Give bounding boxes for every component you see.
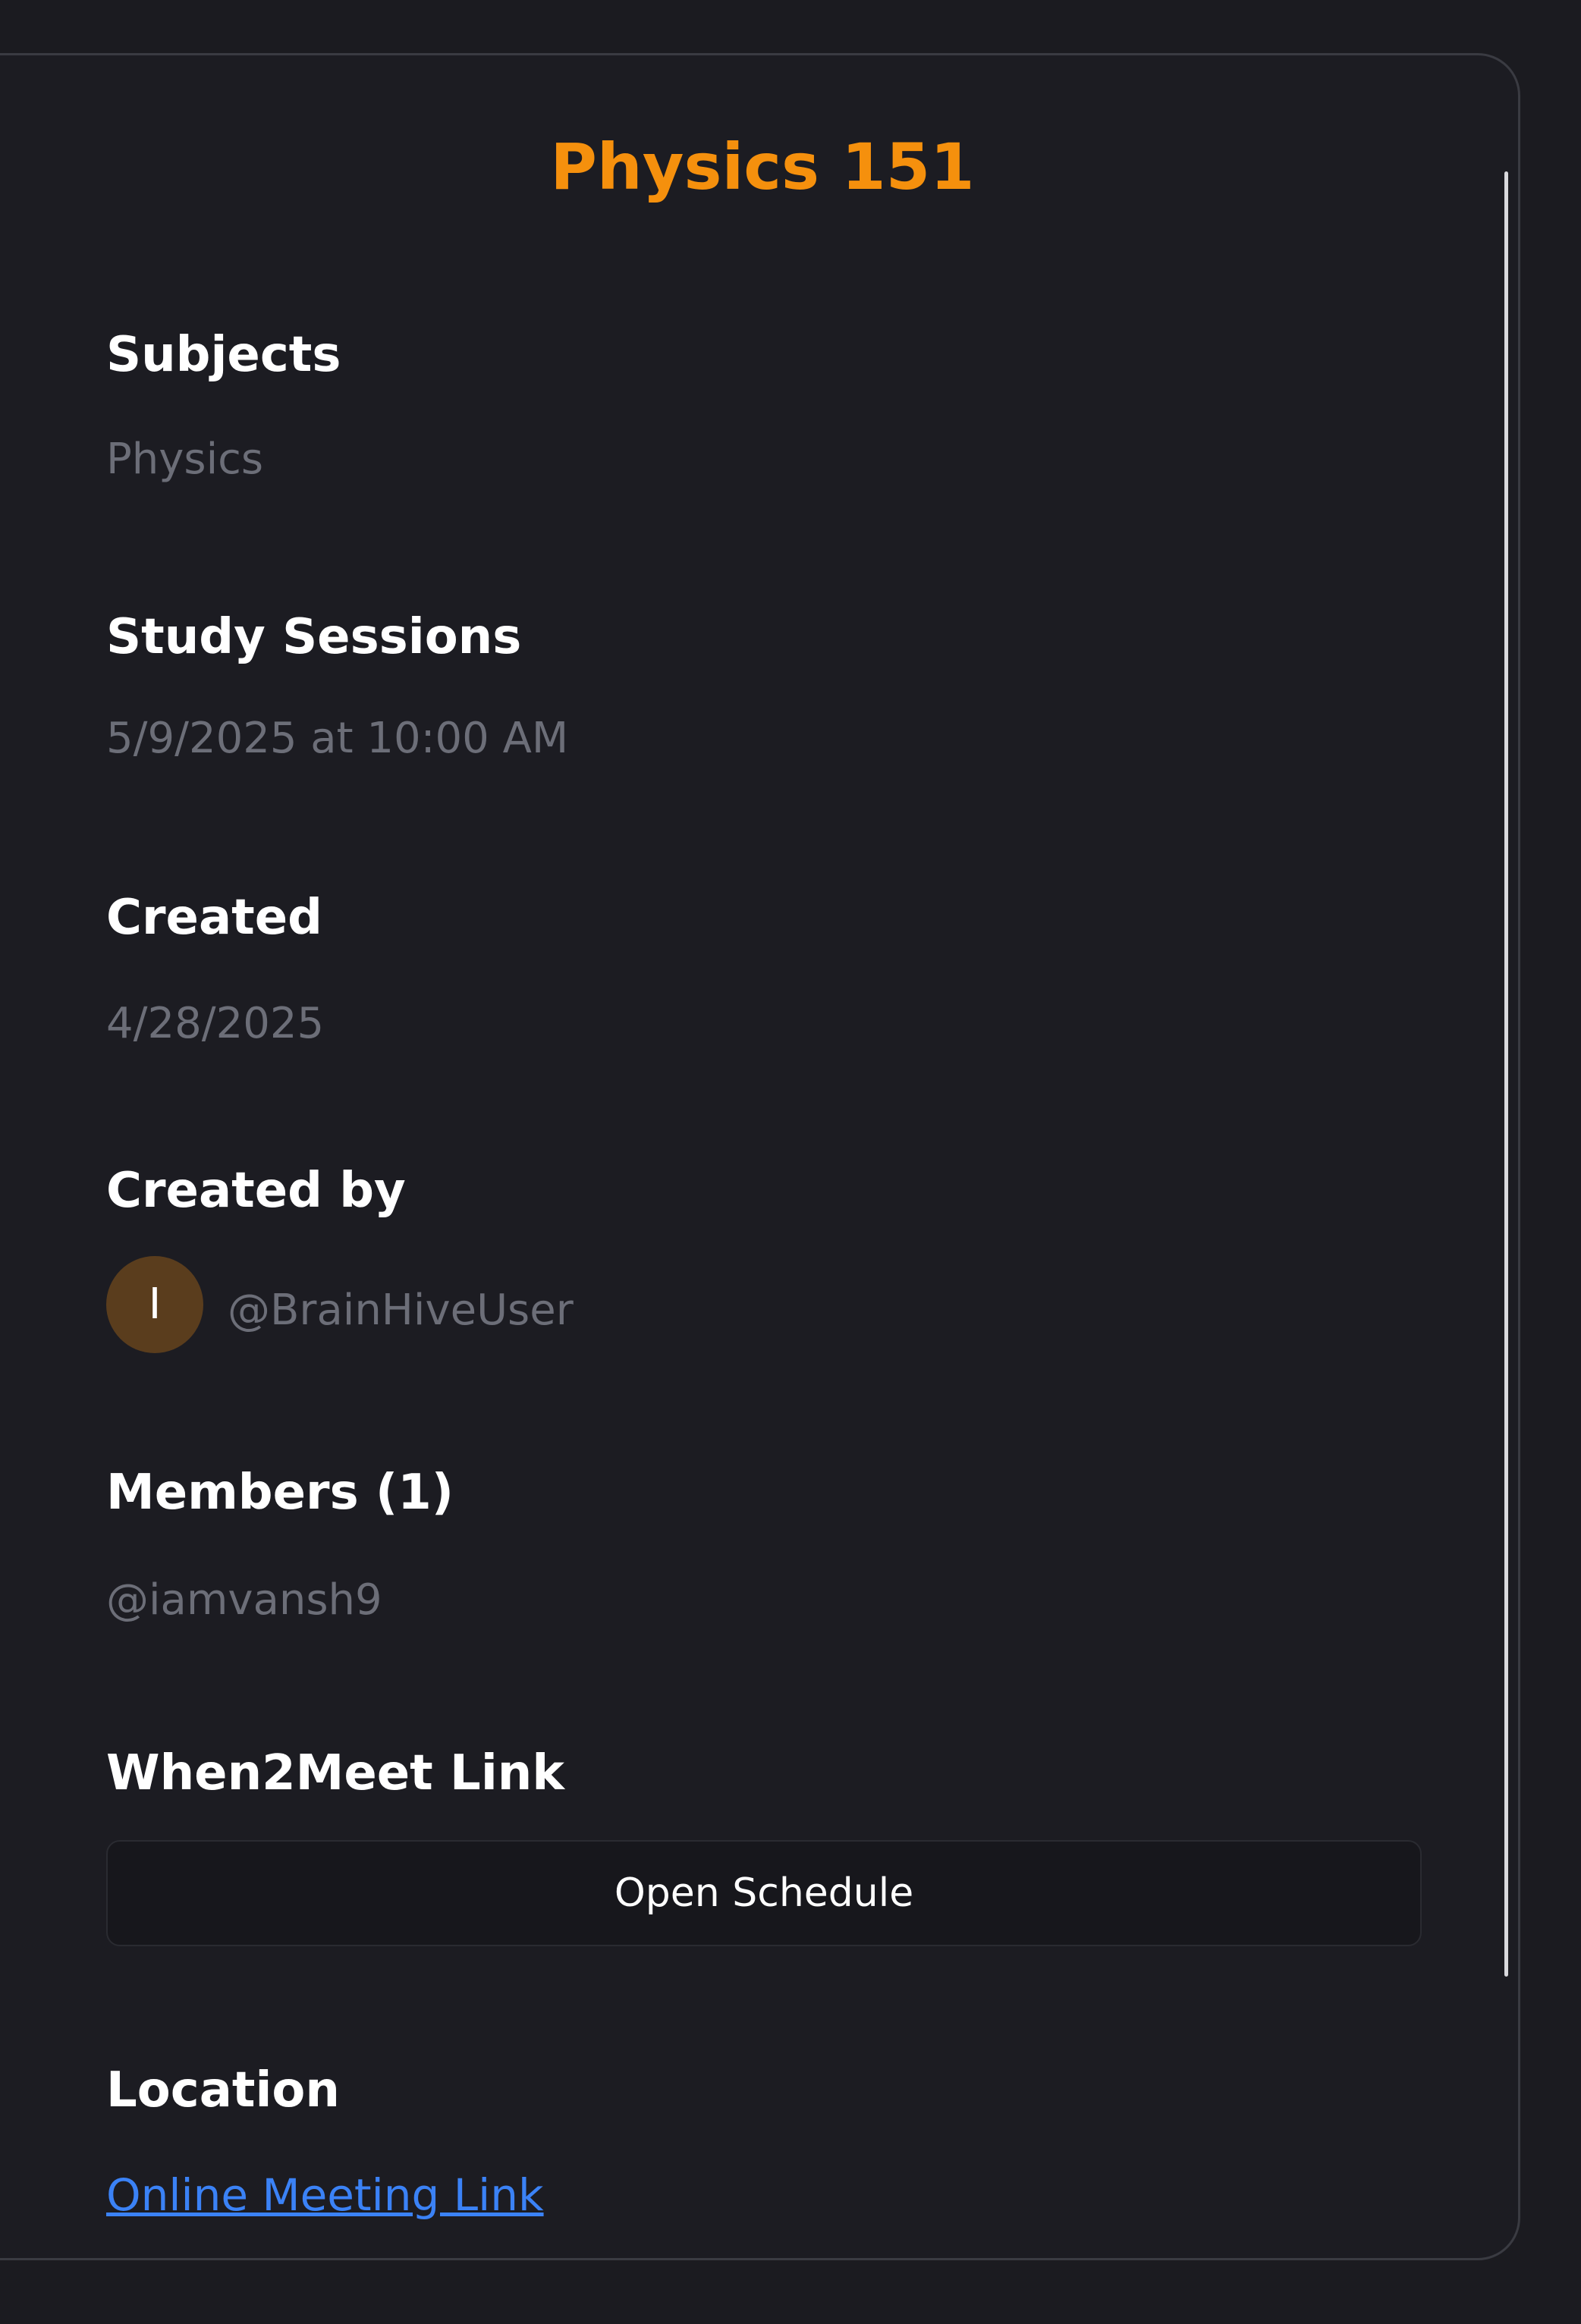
when2meet-label: When2Meet Link	[106, 1745, 564, 1801]
subjects-value: Physics	[106, 435, 264, 484]
subjects-label: Subjects	[106, 327, 341, 383]
creator-avatar[interactable]: I	[106, 1256, 203, 1353]
members-label: Members (1)	[106, 1465, 454, 1521]
open-schedule-button[interactable]: Open Schedule	[106, 1840, 1422, 1946]
created-date: 4/28/2025	[106, 999, 325, 1048]
page: Physics 151 Subjects Physics Study Sessi…	[0, 0, 1581, 2324]
online-meeting-link[interactable]: Online Meeting Link	[106, 2165, 544, 2225]
group-title: Physics 151	[550, 130, 975, 204]
scrollbar[interactable]	[1504, 171, 1508, 1977]
location-label: Location	[106, 2062, 340, 2118]
creator-username[interactable]: @BrainHiveUser	[228, 1280, 574, 1341]
created-label: Created	[106, 890, 322, 946]
study-session-datetime: 5/9/2025 at 10:00 AM	[106, 714, 569, 763]
created-by-label: Created by	[106, 1163, 406, 1219]
member-item[interactable]: @iamvansh9	[106, 1570, 382, 1631]
study-sessions-label: Study Sessions	[106, 609, 522, 665]
